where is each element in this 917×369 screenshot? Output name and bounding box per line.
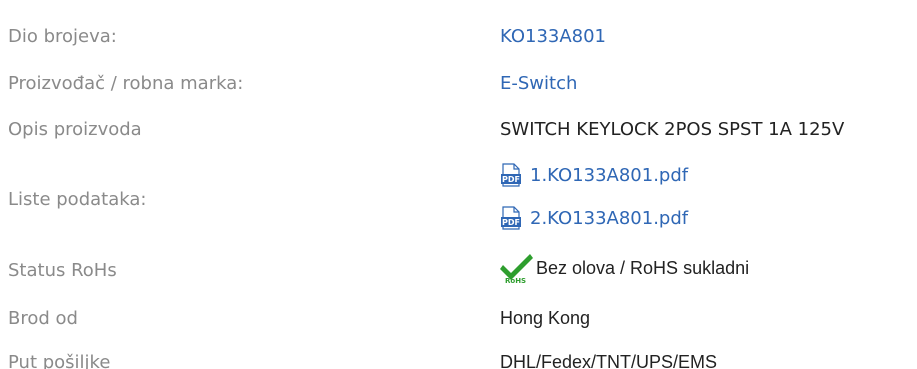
svg-text:RoHS: RoHS [505,277,526,284]
part-number-label: Dio brojeva: [8,26,117,47]
rohs-value: Bez olova / RoHS sukladni [536,257,750,278]
description-value: SWITCH KEYLOCK 2POS SPST 1A 125V [500,119,845,140]
ship-from-value: Hong Kong [500,308,591,328]
svg-text:PDF: PDF [502,175,520,184]
rohs-status: RoHS Bez olova / RoHS sukladni [500,252,749,284]
part-number-link[interactable]: KO133A801 [500,26,606,47]
svg-text:PDF: PDF [502,218,520,227]
rohs-check-icon: RoHS [500,254,533,284]
datasheets-label: Liste podataka: [8,189,147,210]
shipping-label: Put pošiljke [8,352,111,369]
pdf-icon: PDF [501,163,521,187]
pdf-icon: PDF [501,206,521,230]
manufacturer-link[interactable]: E-Switch [500,73,577,94]
rohs-label: Status RoHs [8,260,117,281]
shipping-value: DHL/Fedex/TNT/UPS/EMS [500,352,718,369]
datasheet-item[interactable]: PDF 2.KO133A801.pdf [500,206,688,230]
datasheet-item[interactable]: PDF 1.KO133A801.pdf [500,163,688,187]
description-label: Opis proizvoda [8,119,142,140]
ship-from-label: Brod od [8,308,78,329]
datasheet-link-1[interactable]: 1.KO133A801.pdf [530,165,688,186]
product-spec-table: Dio brojeva: KO133A801 Proizvođač / robn… [0,0,917,369]
manufacturer-label: Proizvođač / robna marka: [8,73,244,94]
datasheet-link-2[interactable]: 2.KO133A801.pdf [530,208,688,229]
